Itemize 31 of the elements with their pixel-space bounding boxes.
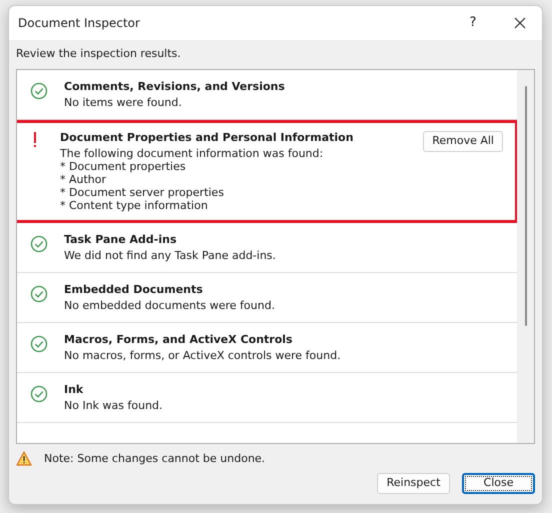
check-circle-icon xyxy=(30,234,48,252)
result-text: * Document properties xyxy=(60,160,187,172)
result-text: No items were found. xyxy=(64,96,183,108)
result-title: Embedded Documents xyxy=(64,282,204,296)
close-icon xyxy=(514,17,526,29)
result-title: Task Pane Add-ins xyxy=(64,232,178,246)
result-text: * Author xyxy=(60,172,108,186)
check-circle-icon xyxy=(30,284,48,302)
check-circle-icon xyxy=(30,82,48,100)
result-text: We did not find any Task Pane add-ins. xyxy=(64,248,277,262)
result-title: Comments, Revisions, and Versions xyxy=(64,80,286,92)
result-text: No macros, forms, or ActiveX controls were found. xyxy=(64,348,342,362)
help-button[interactable]: ? xyxy=(458,8,488,38)
window-title: Document Inspector xyxy=(18,15,141,32)
result-text: * Document server properties xyxy=(60,186,225,198)
check-circle-icon xyxy=(30,334,48,352)
dialog-button[interactable]: Close xyxy=(462,473,535,494)
note-text: Note: Some changes cannot be undone. xyxy=(44,450,266,466)
result-title: Macros, Forms, and ActiveX Controls xyxy=(64,332,294,346)
result-text: * Content type information xyxy=(60,198,209,212)
check-circle-icon xyxy=(30,384,48,402)
dialog-button[interactable]: Reinspect xyxy=(377,473,450,494)
result-text: The following document information was found: xyxy=(60,146,324,160)
scrollbar-thumb[interactable] xyxy=(524,86,526,326)
remove-all-button[interactable]: Remove All xyxy=(423,130,503,152)
result-text: No Ink was found. xyxy=(64,398,164,412)
result-text: No embedded documents were found. xyxy=(64,298,276,312)
result-title: Document Properties and Personal Information xyxy=(60,130,354,144)
warning-icon xyxy=(16,451,32,466)
instruction-text: Review the inspection results. xyxy=(16,46,182,62)
result-title: Ink xyxy=(64,382,84,396)
